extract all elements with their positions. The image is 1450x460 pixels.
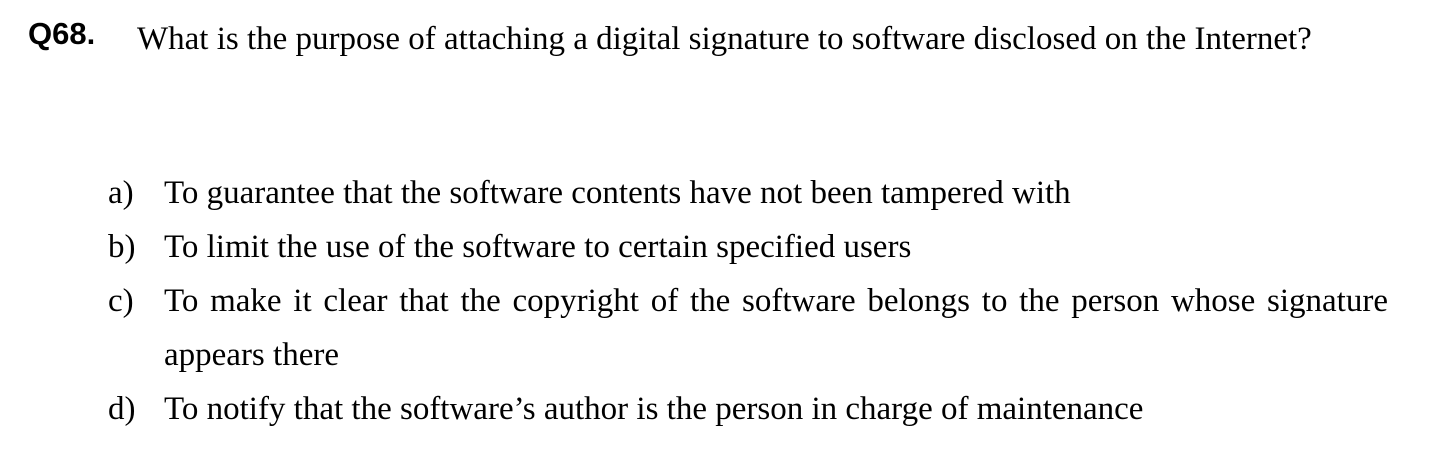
option-c: c) To make it clear that the copyright o…	[108, 274, 1388, 382]
question-block: Q68. What is the purpose of attaching a …	[28, 12, 1388, 66]
answer-options: a) To guarantee that the software conten…	[108, 166, 1388, 436]
option-a-text: To guarantee that the software contents …	[164, 175, 1071, 211]
option-b: b) To limit the use of the software to c…	[108, 220, 1388, 274]
option-a: a) To guarantee that the software conten…	[108, 166, 1388, 220]
question-number: Q68.	[28, 16, 96, 51]
option-d-text: To notify that the software’s author is …	[164, 391, 1144, 427]
option-c-text: To make it clear that the copyright of t…	[164, 283, 1388, 373]
option-d-label: d)	[108, 391, 136, 427]
question-text: What is the purpose of attaching a digit…	[137, 21, 1312, 57]
option-b-label: b)	[108, 229, 136, 265]
option-d: d) To notify that the software’s author …	[108, 382, 1388, 436]
option-b-text: To limit the use of the software to cert…	[164, 229, 912, 265]
option-c-label: c)	[108, 283, 134, 319]
option-a-label: a)	[108, 175, 134, 211]
